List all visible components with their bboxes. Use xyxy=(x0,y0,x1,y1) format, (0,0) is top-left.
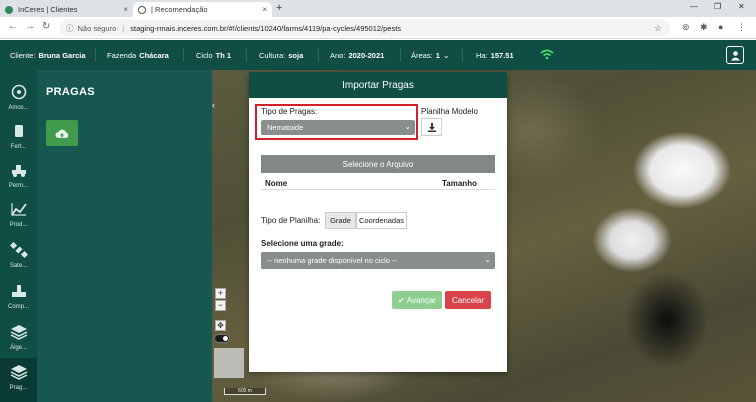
cycle-info: Ciclo Th 1 xyxy=(196,51,232,60)
sidebar-item-algebra[interactable]: Álge... xyxy=(0,318,37,358)
fertilizer-icon xyxy=(14,125,23,137)
pest-type-value: Nematoide xyxy=(267,123,304,132)
template-label: Planilha Modelo xyxy=(421,107,478,116)
back-arrow-icon[interactable]: ← xyxy=(8,21,18,32)
user-menu-button[interactable] xyxy=(726,46,744,64)
tab-label: | Recomendação xyxy=(151,5,208,14)
file-name-column-header: Nome xyxy=(265,179,288,188)
chevron-down-icon: ⌄ xyxy=(442,51,450,60)
sidebar-item-produtividade[interactable]: Prod... xyxy=(0,195,37,235)
sidebar-item-compactacao[interactable]: Comp... xyxy=(0,277,37,317)
chevron-down-icon: ⌄ xyxy=(404,122,411,131)
move-arrows-icon[interactable]: ✥ xyxy=(215,320,226,331)
sidebar-item-label: Sate... xyxy=(9,263,28,269)
sidebar-item-amostragem[interactable]: Amos... xyxy=(0,78,37,118)
browser-tab-bar: InCeres | Clientes × | Recomendação × + … xyxy=(0,0,756,17)
address-bar-row: ← → ↻ ⓘ Não seguro | staging-rmais.incer… xyxy=(0,17,756,39)
sidebar-item-label: Fert... xyxy=(10,144,27,150)
minimap-thumbnail[interactable] xyxy=(214,348,244,378)
select-file-button[interactable]: Selecione o Arquivo xyxy=(261,155,495,173)
chart-icon xyxy=(10,203,27,216)
layers-icon xyxy=(10,365,27,380)
tab-recomendacao[interactable]: | Recomendação × xyxy=(133,2,272,17)
user-icon xyxy=(730,50,740,60)
insecure-label: Não seguro xyxy=(77,23,117,33)
sidebar-item-label: Prag... xyxy=(9,385,28,391)
chevron-down-icon: ⌄ xyxy=(484,255,491,264)
client-info: Cliente: Bruna Garcia xyxy=(10,51,86,60)
inceres-favicon-icon xyxy=(5,5,13,14)
download-template-button[interactable] xyxy=(421,118,442,136)
puzzle-icon[interactable]: ✱ xyxy=(700,22,708,33)
sheet-type-label: Tipo de Planilha: xyxy=(261,216,321,225)
profile-avatar-icon[interactable]: ● xyxy=(718,22,723,32)
file-size-column-header: Tamanho xyxy=(442,179,477,188)
extension-icon[interactable]: ⊚ xyxy=(682,22,690,33)
crop-info: Cultura: soja xyxy=(259,51,304,60)
layer-toggle-switch[interactable] xyxy=(214,334,230,343)
sidebar: Amos... Fert... Perm... Prod... Sate... … xyxy=(0,70,37,402)
tab-clientes[interactable]: InCeres | Clientes × xyxy=(0,2,133,17)
sidebar-item-label: Prod... xyxy=(9,222,28,228)
wifi-icon xyxy=(540,49,554,63)
minimize-icon[interactable]: — xyxy=(690,2,698,11)
year-info: Ano: 2020-2021 xyxy=(330,51,385,60)
tab-label: InCeres | Clientes xyxy=(18,5,78,14)
sidebar-item-pragas[interactable]: Prag... xyxy=(0,358,37,402)
grid-select[interactable]: -- nenhuma grade disponível no ciclo -- … xyxy=(261,252,495,269)
app-header: Cliente: Bruna Garcia Fazenda Chácara Cicl… xyxy=(0,40,756,70)
url-text: staging-rmais.inceres.com.br/#!/clients/… xyxy=(130,23,402,33)
zoom-in-button[interactable]: + xyxy=(215,288,226,299)
globe-icon xyxy=(138,5,146,14)
tab-close-icon[interactable]: × xyxy=(262,5,267,14)
tab-close-icon[interactable]: × xyxy=(123,5,128,14)
satellite-icon xyxy=(9,242,28,258)
map-scale-bar: 600 m xyxy=(224,388,266,395)
sidebar-item-satelite[interactable]: Sate... xyxy=(0,236,37,276)
grid-select-value: -- nenhuma grade disponível no ciclo -- xyxy=(267,256,398,265)
url-separator: | xyxy=(122,23,125,33)
advance-label: Avançar xyxy=(406,295,436,305)
collapse-panel-chevron-icon[interactable]: ‹ xyxy=(212,100,220,112)
pest-type-select[interactable]: Nematoide ⌄ xyxy=(261,120,415,135)
check-icon: ✔ xyxy=(398,295,405,305)
download-icon xyxy=(427,122,436,132)
panel-title: PRAGAS xyxy=(46,86,95,98)
sidebar-item-label: Álge... xyxy=(9,345,27,351)
cloud-upload-icon xyxy=(55,129,69,138)
sheet-type-coordinates-button[interactable]: Coordenadas xyxy=(356,212,407,229)
grid-select-label: Selecione uma grade: xyxy=(261,239,344,248)
close-window-icon[interactable]: ✕ xyxy=(738,2,745,11)
layers-icon xyxy=(10,325,27,340)
sidebar-item-permanente[interactable]: Perm... xyxy=(0,156,37,196)
farm-info: Fazenda Chácara xyxy=(107,51,169,60)
pest-type-label: Tipo de Pragas: xyxy=(261,107,318,116)
menu-kebab-icon[interactable]: ⋮ xyxy=(737,22,746,33)
equipment-icon xyxy=(11,165,26,177)
sidebar-item-label: Perm... xyxy=(8,183,29,189)
hectares-info: Ha: 157.51 xyxy=(476,51,514,60)
new-tab-button[interactable]: + xyxy=(276,2,282,14)
sidebar-item-fertilidade[interactable]: Fert... xyxy=(0,117,37,157)
advance-button[interactable]: ✔ Avançar xyxy=(392,291,442,309)
sheet-type-grade-button[interactable]: Grade xyxy=(325,212,356,229)
restore-icon[interactable]: ❐ xyxy=(714,2,721,11)
upload-button[interactable] xyxy=(46,120,78,146)
url-input[interactable]: ⓘ Não seguro | staging-rmais.inceres.com… xyxy=(60,20,670,36)
forward-arrow-icon[interactable]: → xyxy=(25,21,35,32)
reload-icon[interactable]: ↻ xyxy=(42,21,50,32)
warning-icon: ⓘ xyxy=(66,23,74,33)
zoom-out-button[interactable]: − xyxy=(215,300,226,311)
sample-icon xyxy=(11,84,26,100)
compaction-icon xyxy=(11,285,26,297)
areas-dropdown[interactable]: Áreas: 1 ⌄ xyxy=(411,51,450,60)
pests-panel: PRAGAS xyxy=(37,70,212,402)
cancel-button[interactable]: Cancelar xyxy=(445,291,491,309)
bookmark-star-icon[interactable]: ☆ xyxy=(654,23,662,34)
file-table-divider xyxy=(261,189,495,190)
sidebar-item-label: Amos... xyxy=(8,105,29,111)
modal-title: Importar Pragas xyxy=(249,72,507,98)
sidebar-item-label: Comp... xyxy=(7,304,29,310)
